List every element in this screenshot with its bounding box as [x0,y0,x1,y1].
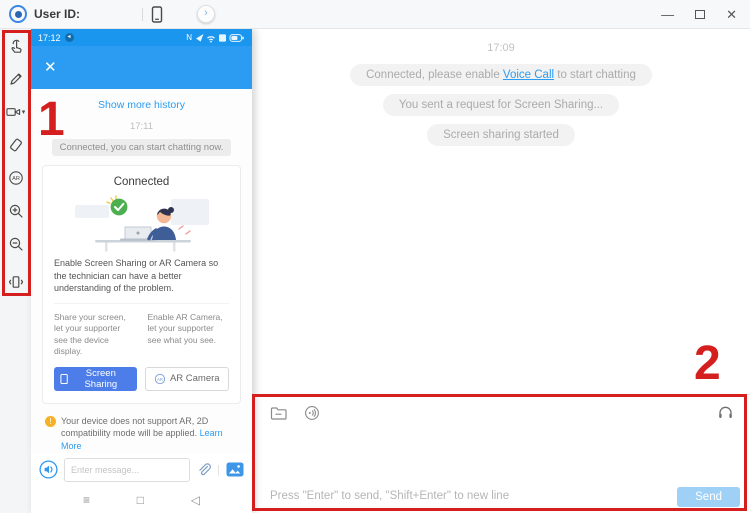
system-message-request: You sent a request for Screen Sharing... [382,94,620,116]
draw-icon[interactable] [0,62,31,95]
device-phone-icon [151,5,163,23]
message-input[interactable] [252,425,750,485]
card-title: Connected [113,176,170,188]
window-title: User ID: [34,7,81,21]
maximize-icon[interactable] [695,9,706,19]
composer-toolbar [252,395,750,421]
phone-chat-header: ✕ [31,46,252,89]
system-message-started: Screen sharing started [427,124,575,146]
phone-status-bar: 17:12 ◂ N [31,29,252,46]
voice-message-icon[interactable] [39,460,58,479]
connected-card: Connected Enable Screen Sharing or AR Ca… [42,165,241,404]
ar-camera-hint: Enable AR Camera, let your supporter see… [147,311,223,345]
svg-text:AR: AR [12,176,20,182]
minimize-icon[interactable]: — [661,8,674,21]
chat-panel: 17:09 Connected, please enable Voice Cal… [252,29,750,513]
close-icon[interactable]: ✕ [726,8,737,21]
phone-system-message: Connected, you can start chatting now. [51,139,232,156]
ar-camera-button[interactable]: AR AR Camera [144,366,229,391]
voice-call-icon[interactable] [304,405,320,421]
status-icons [196,33,244,42]
screen-sharing-button[interactable]: Screen Sharing [54,366,137,391]
menu-button[interactable]: ≡ [83,493,90,507]
gesture-control-icon[interactable] [0,29,31,62]
send-button[interactable]: Send [677,487,740,507]
phone-chat-timestamp: 17:11 [129,121,154,132]
back-button[interactable]: ◁ [191,493,200,507]
phone-close-icon[interactable]: ✕ [44,60,57,75]
support-illustration [74,195,209,252]
zoom-in-icon[interactable] [0,194,31,227]
file-transfer-icon[interactable] [270,406,287,420]
phone-message-bar: | [31,453,252,486]
app-logo [9,5,27,23]
home-button[interactable]: □ [137,493,144,507]
vibrate-icon[interactable] [0,265,31,298]
screen-sharing-hint: Share your screen, let your supporter se… [54,311,126,357]
system-message-voice-call: Connected, please enable Voice Call to s… [350,64,652,86]
headset-icon[interactable] [717,404,734,421]
expand-chevron-icon[interactable]: › [197,5,216,23]
ar-warning-note: ! Your device does not support AR, 2D co… [45,415,238,453]
ar-icon: AR [154,373,166,384]
attachment-icon[interactable] [196,462,212,478]
phone-chat-body: Show more history 17:11 Connected, you c… [31,89,252,453]
ar-icon[interactable]: AR [0,161,31,194]
chat-messages: 17:09 Connected, please enable Voice Cal… [252,29,750,146]
phone-icon [60,373,68,384]
show-more-history-link[interactable]: Show more history [98,99,185,111]
title-bar: User ID: › — ✕ [0,0,750,29]
phone-mirror-panel: 17:12 ◂ N ✕ Show more history 17:11 Conn… [31,29,252,513]
warning-text: Your device does not support AR, 2D comp… [61,415,209,439]
android-nav-bar: ≡ □ ◁ [31,486,252,513]
chevron-down-icon: ▾ [21,108,26,116]
message-composer: Press "Enter" to send, "Shift+Enter" to … [252,394,750,513]
composer-hint: Press "Enter" to send, "Shift+Enter" to … [270,490,510,502]
phone-message-input[interactable] [64,457,191,482]
notification-icon: ◂ [64,33,74,42]
input-divider: | [217,463,220,476]
chat-timestamp: 17:09 [487,42,515,54]
zoom-out-icon[interactable] [0,227,31,260]
nfc-status-letter: N [186,33,192,42]
rotate-screen-icon[interactable] [0,128,31,161]
warning-icon: ! [45,415,56,427]
control-toolbar: ▾ AR [0,29,31,513]
titlebar-divider [142,7,144,21]
svg-text:AR: AR [157,376,163,381]
card-description: Enable Screen Sharing or AR Camera so th… [54,258,219,294]
phone-clock: 17:12 [38,32,61,43]
image-icon[interactable] [226,462,244,477]
video-camera-icon[interactable]: ▾ [0,95,31,128]
voice-call-link[interactable]: Voice Call [503,69,554,81]
